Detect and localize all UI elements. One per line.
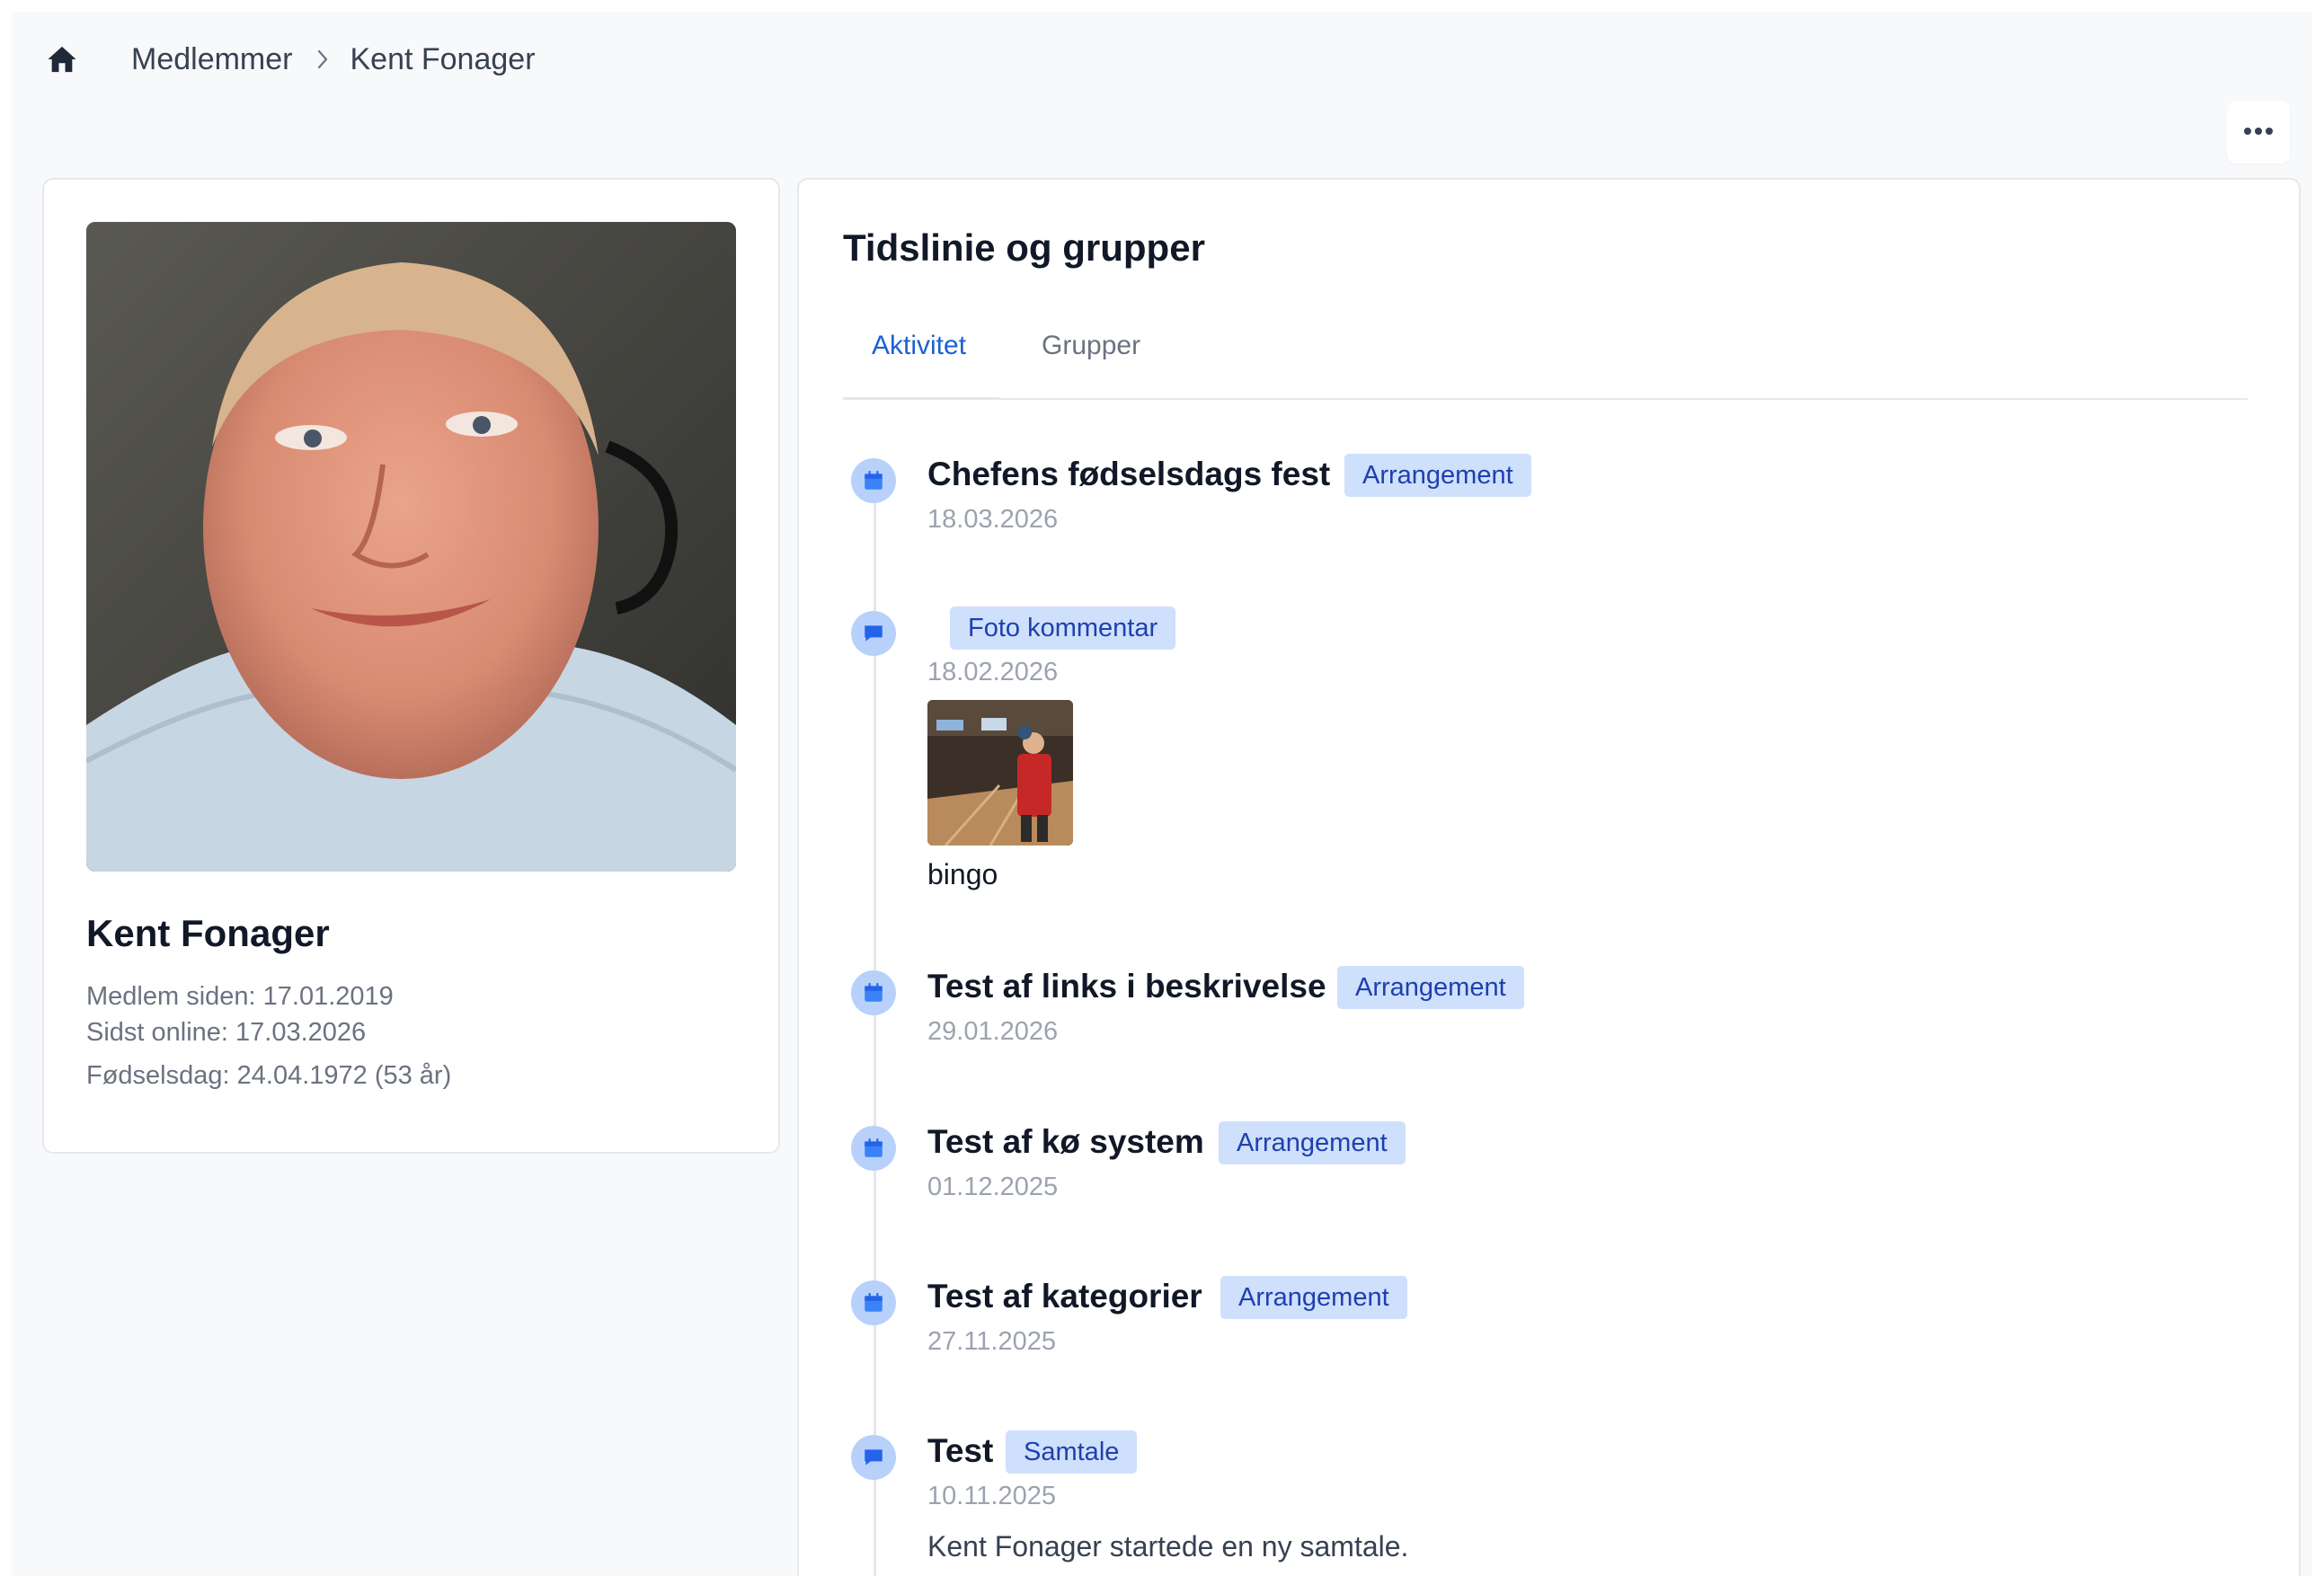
timeline-card: Tidslinie og grupper Aktivitet Grupper C… (797, 178, 2301, 1576)
tab-grupper[interactable]: Grupper (1042, 331, 1140, 361)
timeline-item-date: 18.03.2026 (927, 505, 1059, 534)
tab-active-indicator (843, 397, 999, 400)
breadcrumb-item-members[interactable]: Medlemmer (131, 42, 292, 77)
home-icon[interactable] (43, 40, 81, 78)
chevron-right-icon (312, 49, 333, 70)
calendar-icon (851, 458, 896, 503)
timeline-item-title[interactable]: Test af kø system (927, 1123, 1204, 1161)
birthday: Fødselsdag: 24.04.1972 (53 år) (86, 1061, 452, 1090)
comment-icon (851, 611, 896, 656)
member-since: Medlem siden: 17.01.2019 (86, 982, 394, 1011)
timeline-item-description: Kent Fonager startede en ny samtale. (927, 1530, 1409, 1563)
profile-card: Kent Fonager Medlem siden: 17.01.2019 Si… (42, 178, 780, 1154)
tab-aktivitet[interactable]: Aktivitet (872, 331, 966, 361)
avatar (86, 222, 736, 872)
timeline-item-title[interactable]: Chefens fødselsdags fest (927, 456, 1330, 493)
timeline-item-date: 27.11.2025 (927, 1327, 1056, 1356)
tabs: Aktivitet Grupper (843, 314, 2248, 400)
more-options-button[interactable] (2227, 101, 2290, 164)
timeline-item-badge: Arrangement (1344, 454, 1531, 497)
timeline-item-title[interactable]: Test af kategorier (927, 1278, 1202, 1315)
timeline-item-title[interactable]: Test af links i beskrivelse (927, 968, 1326, 1005)
photo-thumbnail[interactable] (927, 700, 1073, 846)
timeline-item-badge: Arrangement (1337, 966, 1524, 1009)
calendar-icon (851, 970, 896, 1015)
breadcrumb-item-current: Kent Fonager (350, 41, 536, 76)
timeline-item-badge: Arrangement (1219, 1121, 1406, 1164)
timeline-item-badge: Samtale (1006, 1430, 1138, 1474)
photo-caption: bingo (927, 858, 998, 890)
breadcrumb: Medlemmer Kent Fonager (43, 34, 536, 84)
more-horizontal-icon (2243, 124, 2274, 140)
calendar-icon (851, 1126, 896, 1171)
app-root: Medlemmer Kent Fonager Kent Fonager Medl… (12, 12, 2312, 1576)
timeline-item-badge: Arrangement (1220, 1276, 1407, 1319)
timeline-item-date: 29.01.2026 (927, 1017, 1059, 1046)
comment-icon (851, 1435, 896, 1480)
timeline-item-badge: Foto kommentar (950, 606, 1176, 650)
profile-name: Kent Fonager (86, 912, 330, 954)
section-title: Tidslinie og grupper (843, 226, 1205, 269)
timeline-item-title[interactable]: Test (927, 1432, 993, 1470)
timeline-item-date: 01.12.2025 (927, 1173, 1059, 1201)
calendar-icon (851, 1280, 896, 1325)
timeline-item-date: 18.02.2026 (927, 658, 1059, 686)
timeline-item-date: 10.11.2025 (927, 1482, 1056, 1510)
last-online: Sidst online: 17.03.2026 (86, 1018, 367, 1047)
